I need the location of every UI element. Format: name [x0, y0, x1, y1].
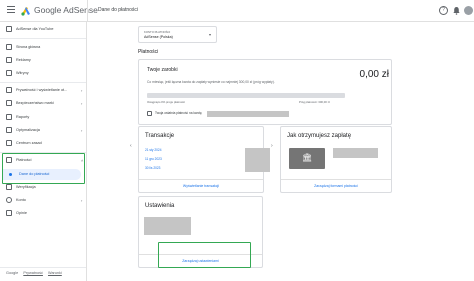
- selector-value: AdSense (Polska): [144, 35, 173, 39]
- home-icon: [6, 44, 12, 50]
- highlight-payments-nav: [2, 153, 85, 184]
- sidebar-item-brand-safety[interactable]: Bezpieczeństwo marki ›: [0, 97, 86, 109]
- reports-icon: [6, 114, 12, 120]
- page-title: Dane do płatności: [98, 7, 139, 13]
- section-title: Płatności: [138, 49, 159, 55]
- threshold-label: Próg płatności: 300,00 zł: [299, 100, 330, 104]
- redacted-block: [245, 148, 270, 172]
- app-title: Google AdSense: [34, 5, 98, 15]
- payment-method-title: Jak otrzymujesz zapłatę: [287, 133, 352, 139]
- gear-icon: [6, 197, 12, 203]
- chevron-right-icon: ›: [271, 143, 273, 149]
- chevron-right-icon: ›: [81, 87, 83, 93]
- earnings-card: Twoje zarobki 0,00 zł Co miesiąc, jeśli …: [138, 59, 392, 125]
- help-icon[interactable]: ?: [439, 6, 448, 15]
- transaction-item[interactable]: 30 lis 2023: [145, 166, 160, 170]
- earnings-amount: 0,00 zł: [359, 69, 389, 80]
- policy-icon: [6, 140, 12, 146]
- progress-label: Osiągnięto 0% progu płatności: [147, 100, 185, 104]
- adsense-logo: [21, 7, 30, 16]
- transactions-title: Transakcje: [145, 133, 175, 139]
- optimization-icon: [6, 127, 12, 133]
- shield-icon: [6, 100, 12, 106]
- sidebar-item-reports[interactable]: Raporty: [0, 111, 86, 123]
- youtube-icon: [6, 26, 12, 32]
- sidebar-item-optimization[interactable]: Optymalizacja ›: [0, 124, 86, 136]
- redacted-block: [144, 217, 191, 235]
- settings-title: Ustawienia: [145, 203, 175, 209]
- sidebar-item-ads[interactable]: Reklamy: [0, 54, 86, 66]
- sidebar-footer: Google Prywatność Warunki: [6, 271, 66, 275]
- chevron-down-icon: ▾: [209, 32, 212, 37]
- bank-card: 🏛: [289, 148, 325, 169]
- earnings-title: Twoje zarobki: [147, 67, 178, 73]
- redacted-block: [333, 148, 378, 158]
- highlight-manage-settings: [158, 242, 251, 268]
- chevron-right-icon: ›: [81, 127, 83, 133]
- footer-google: Google: [6, 271, 19, 275]
- menu-icon[interactable]: [7, 6, 15, 13]
- transaction-item[interactable]: 21 sty 2024: [145, 148, 161, 152]
- chevron-right-icon: ›: [81, 197, 83, 203]
- selector-label: KONTO PŁATNOŚCI: [144, 30, 171, 34]
- ads-icon: [6, 57, 12, 63]
- verification-icon: [6, 184, 12, 190]
- sidebar-item-feedback[interactable]: Opinie: [0, 207, 86, 219]
- sites-icon: [6, 70, 12, 76]
- footer-terms-link[interactable]: Warunki: [48, 271, 62, 275]
- bank-icon: 🏛: [302, 153, 313, 162]
- sidebar: AdSense dla YouTube Strona główna Reklam…: [0, 22, 87, 281]
- privacy-icon: [6, 87, 12, 93]
- transaction-item[interactable]: 11 gru 2023: [145, 157, 162, 161]
- sidebar-item-youtube[interactable]: AdSense dla YouTube: [0, 23, 86, 35]
- earnings-info: Co miesiąc, jeśli łączna kwota do zapłat…: [147, 80, 275, 84]
- last-payment-text: Twoja ostatnia płatność na kwotę: [155, 111, 202, 115]
- bell-icon[interactable]: [452, 6, 461, 15]
- view-transactions-link[interactable]: Wyświetlanie transakcji: [139, 184, 263, 188]
- footer-privacy-link[interactable]: Prywatność: [23, 271, 43, 275]
- sidebar-item-sites[interactable]: Witryny: [0, 67, 86, 79]
- chevron-right-icon: ›: [81, 100, 83, 106]
- sidebar-item-policy-center[interactable]: Centrum zasad: [0, 137, 86, 149]
- payment-method-card: Jak otrzymujesz zapłatę 🏛 Zarządzaj form…: [280, 126, 392, 193]
- manage-payment-methods-link[interactable]: Zarządzaj formami płatności: [281, 184, 391, 188]
- calendar-icon: [147, 111, 152, 116]
- transactions-card: Transakcje 21 sty 2024 11 gru 2023 30 li…: [138, 126, 270, 193]
- avatar[interactable]: [464, 6, 473, 15]
- top-bar: Google AdSense Dane do płatności ?: [0, 0, 474, 22]
- chevron-left-icon: ‹: [130, 143, 132, 149]
- payment-account-selector[interactable]: KONTO PŁATNOŚCI AdSense (Polska) ▾: [138, 26, 217, 43]
- sidebar-item-home[interactable]: Strona główna: [0, 41, 86, 53]
- sidebar-item-account[interactable]: Konto ›: [0, 194, 86, 206]
- feedback-icon: [6, 210, 12, 216]
- sidebar-item-privacy[interactable]: Prywatność i wyświetlanie ot... ›: [0, 84, 86, 96]
- redacted-block: [207, 111, 289, 117]
- threshold-progress-bar: [147, 93, 345, 98]
